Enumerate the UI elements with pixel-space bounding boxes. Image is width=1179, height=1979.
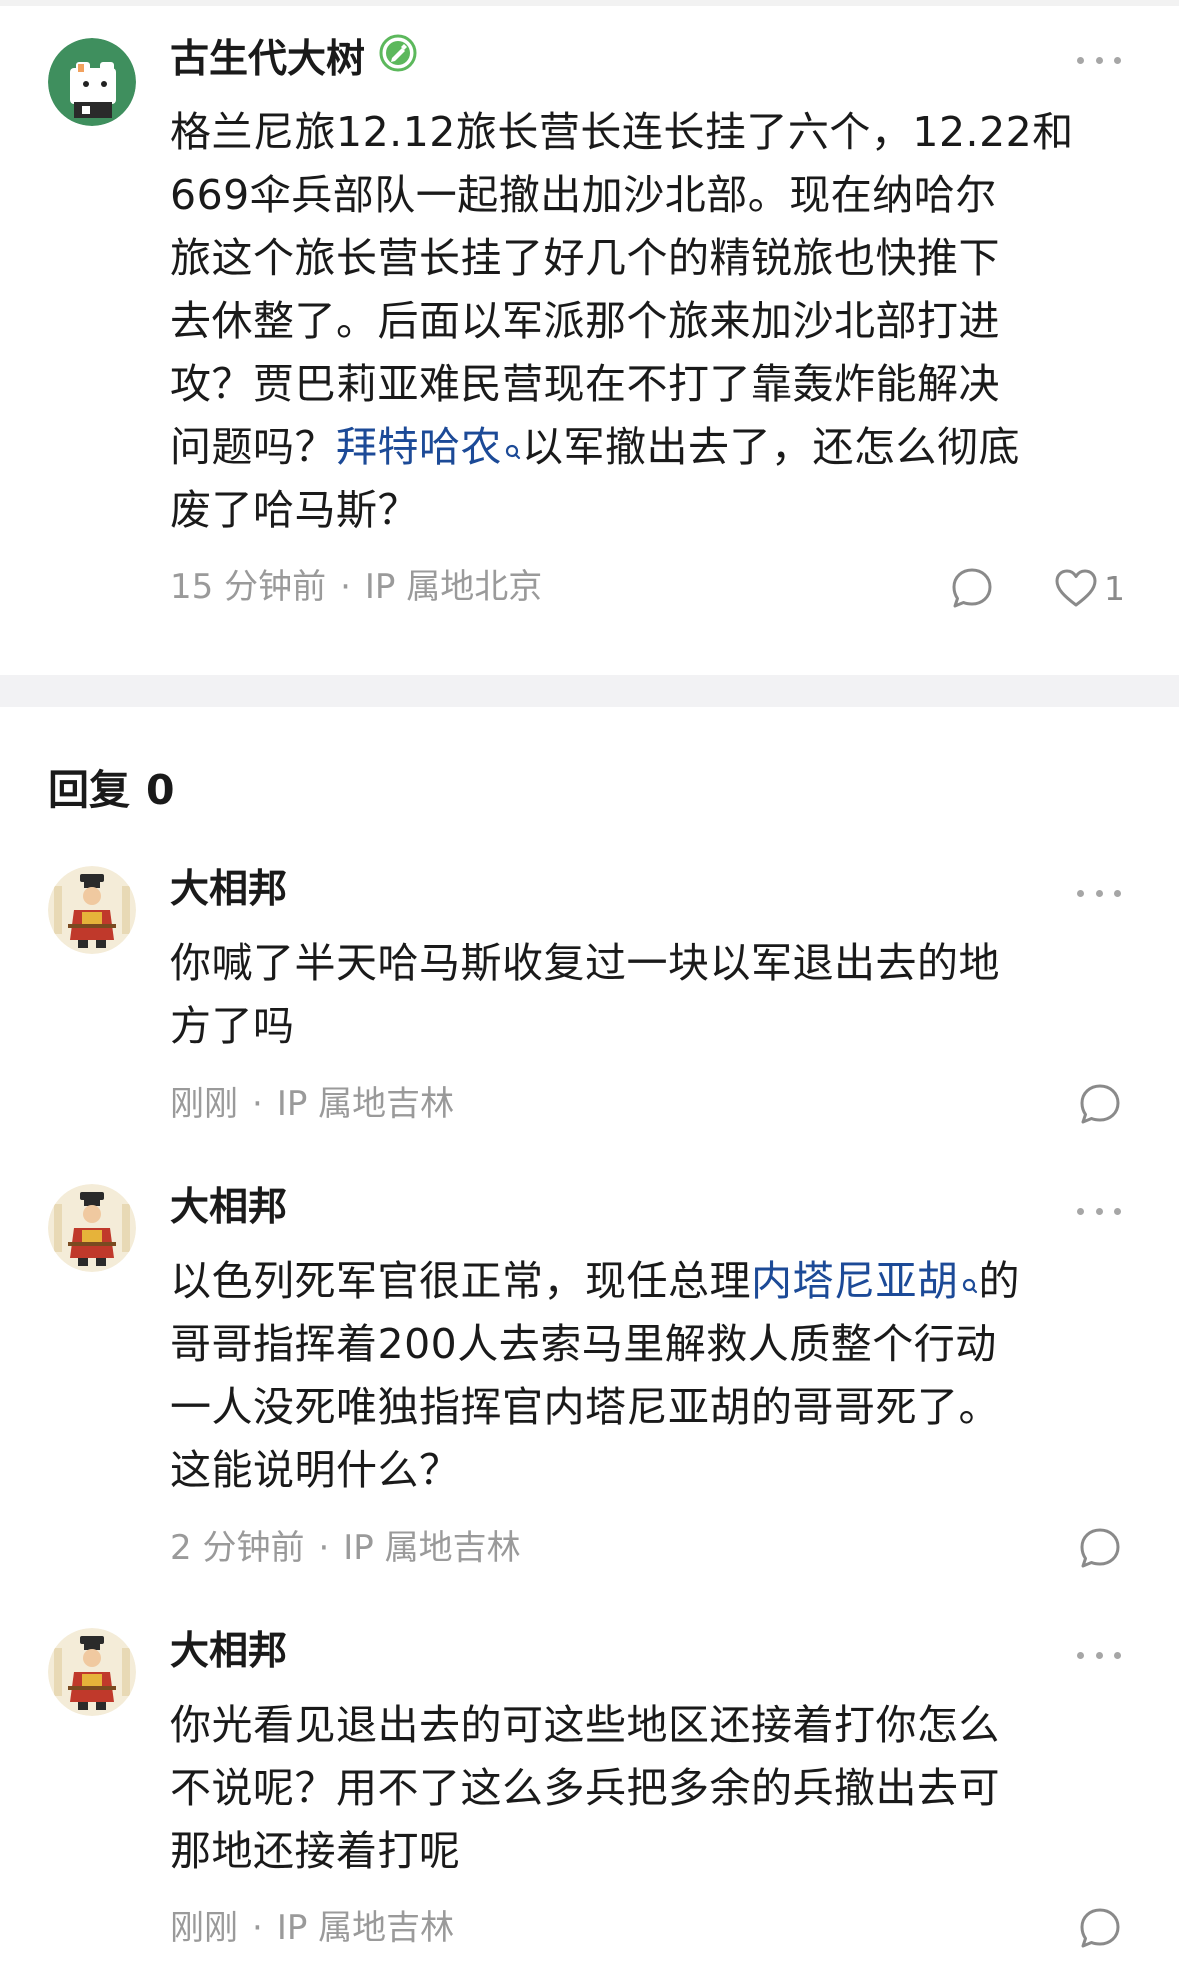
content-text: 以色列死军官很正常，现任总理 [170, 1257, 751, 1305]
more-dot [1095, 1651, 1103, 1659]
more-dot [1114, 1651, 1121, 1659]
reply-ip-location: IP 属地吉林 [276, 1084, 455, 1124]
reply-content: 以色列死军官很正常，现任总理内塔尼亚胡的 哥哥指挥着200人去索马里解救人质整个… [170, 1250, 1130, 1502]
comment-button[interactable] [1078, 1906, 1122, 1950]
like-count: 1 [1104, 568, 1125, 608]
content-line: 以色列死军官很正常，现任总理内塔尼亚胡的 [170, 1250, 1130, 1313]
reply-time: 刚刚 [170, 1908, 238, 1948]
post-content: 格兰尼旅12.12旅长营长连长挂了六个，12.22和 669伞兵部队一起撤出加沙… [170, 101, 1130, 542]
avatar[interactable] [48, 1628, 136, 1716]
post-meta: 15 分钟前 · IP 属地北京 [170, 565, 542, 609]
comment-bubble-icon [952, 568, 992, 608]
more-dot [1095, 56, 1103, 64]
more-dot [1114, 1207, 1121, 1215]
more-horizontal-icon [1077, 889, 1084, 897]
meta-separator: · [340, 567, 351, 607]
content-line: 格兰尼旅12.12旅长营长连长挂了六个，12.22和 [170, 108, 1074, 156]
content-line: 这能说明什么？ [170, 1446, 461, 1494]
content-line: 669伞兵部队一起撤出加沙北部。现在纳哈尔 [170, 171, 997, 219]
more-horizontal-icon [1077, 1207, 1084, 1215]
post-username-row[interactable]: 古生代大树 [170, 34, 417, 84]
reply-meta: 刚刚 · IP 属地吉林 [170, 1906, 454, 1950]
search-magnifier-icon [961, 1252, 979, 1315]
reply-content: 你喊了半天哈马斯收复过一块以军退出去的地 方了吗 [170, 932, 1130, 1058]
content-text: 问题吗？ [170, 423, 336, 471]
topic-link-text[interactable]: 拜特哈农 [336, 423, 502, 471]
reply-username[interactable]: 大相邦 [170, 866, 287, 914]
more-dot [1114, 56, 1121, 64]
content-line: 去休整了。后面以军派那个旅来加沙北部打进 [170, 297, 1000, 345]
section-separator [0, 675, 1179, 707]
comment-bubble-icon [1080, 1084, 1120, 1124]
content-line: 不说呢？用不了这么多兵把多余的兵撤出去可 [170, 1764, 1000, 1812]
content-text: 的 [978, 1257, 1020, 1305]
reply-username[interactable]: 大相邦 [170, 1184, 287, 1232]
like-button[interactable]: 1 [1054, 566, 1125, 610]
reply-username[interactable]: 大相邦 [170, 1628, 287, 1676]
content-line: 旅这个旅长营长挂了好几个的精锐旅也快推下 [170, 234, 1000, 282]
replies-count: 0 [146, 766, 175, 814]
reply-time: 刚刚 [170, 1084, 238, 1124]
reply-time: 2 分钟前 [170, 1528, 305, 1568]
topic-link-text[interactable]: 内塔尼亚胡 [751, 1257, 959, 1305]
more-options-button[interactable] [1077, 883, 1121, 903]
reply-ip-location: IP 属地吉林 [343, 1528, 521, 1568]
heart-outline-icon [1055, 569, 1097, 607]
post-time: 15 分钟前 [170, 567, 327, 607]
more-options-button[interactable] [1077, 1201, 1121, 1221]
content-line: 你光看见退出去的可这些地区还接着打你怎么 [170, 1701, 1000, 1749]
meta-separator: · [318, 1528, 330, 1568]
content-line: 哥哥指挥着200人去索马里解救人质整个行动 [170, 1320, 997, 1368]
avatar[interactable] [48, 38, 136, 126]
more-dot [1095, 889, 1103, 897]
comment-bubble-icon [1080, 1528, 1120, 1568]
meta-separator: · [252, 1084, 263, 1124]
verified-badge-icon [379, 34, 417, 84]
topic-link-baitehanong[interactable]: 拜特哈农 [336, 423, 522, 471]
content-text: 以军撤出去了，还怎么彻底 [522, 423, 1020, 471]
content-line: 那地还接着打呢 [170, 1827, 461, 1875]
reply-content: 你光看见退出去的可这些地区还接着打你怎么 不说呢？用不了这么多兵把多余的兵撤出去… [170, 1694, 1130, 1883]
comment-button[interactable] [950, 566, 994, 610]
avatar[interactable] [48, 866, 136, 954]
reply-meta: 刚刚 · IP 属地吉林 [170, 1082, 454, 1126]
more-options-button[interactable] [1077, 50, 1121, 70]
content-line: 方了吗 [170, 1002, 295, 1050]
topic-link-netanyahu[interactable]: 内塔尼亚胡 [751, 1257, 979, 1305]
reply-meta: 2 分钟前 · IP 属地吉林 [170, 1526, 521, 1570]
more-horizontal-icon [1077, 1651, 1084, 1659]
top-edge [0, 0, 1179, 6]
more-options-button[interactable] [1077, 1645, 1121, 1665]
avatar[interactable] [48, 1184, 136, 1272]
more-horizontal-icon [1077, 56, 1084, 64]
comment-bubble-icon [1080, 1908, 1120, 1948]
comment-button[interactable] [1078, 1526, 1122, 1570]
comment-button[interactable] [1078, 1082, 1122, 1126]
search-magnifier-icon [504, 418, 522, 481]
content-line: 问题吗？拜特哈农 以军撤出去了，还怎么彻底 [170, 416, 1130, 479]
meta-separator: · [252, 1908, 263, 1948]
reply-ip-location: IP 属地吉林 [276, 1908, 455, 1948]
content-line: 你喊了半天哈马斯收复过一块以军退出去的地 [170, 939, 1000, 987]
content-line: 攻？贾巴莉亚难民营现在不打了靠轰炸能解决 [170, 360, 1000, 408]
content-line: 一人没死唯独指挥官内塔尼亚胡的哥哥死了。 [170, 1383, 1000, 1431]
replies-label: 回复 [48, 766, 130, 814]
post-username[interactable]: 古生代大树 [170, 37, 365, 82]
more-dot [1095, 1207, 1103, 1215]
more-dot [1114, 889, 1121, 897]
replies-header: 回复 0 [48, 765, 175, 815]
content-line: 废了哈马斯？ [170, 486, 419, 534]
post-ip-location: IP 属地北京 [364, 567, 543, 607]
